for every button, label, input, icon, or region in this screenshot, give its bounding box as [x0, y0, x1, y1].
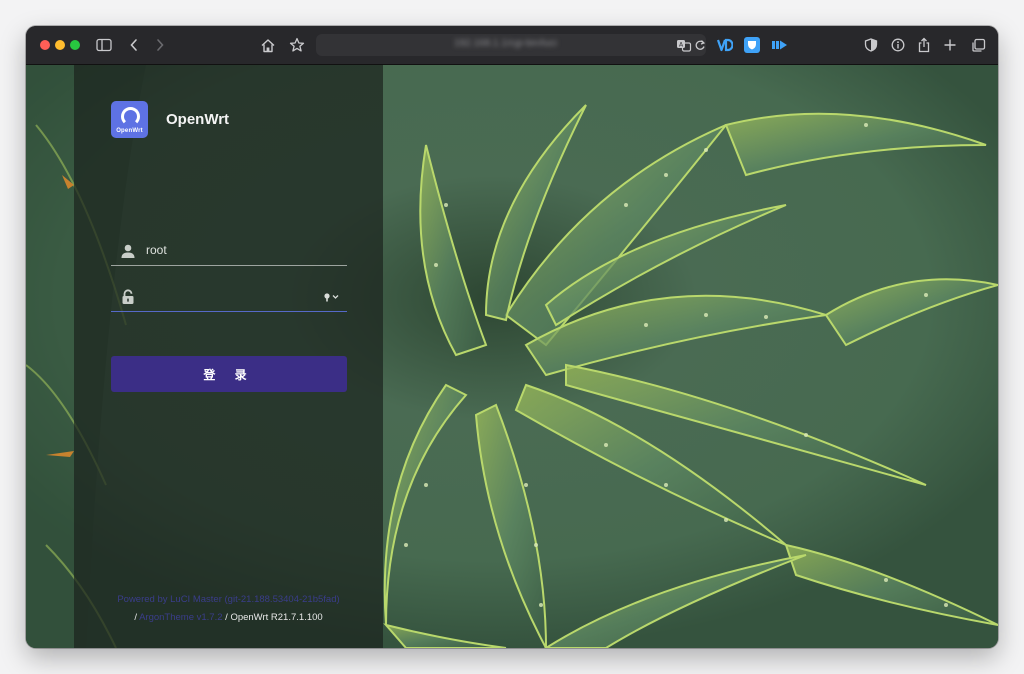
share-icon[interactable]: [914, 35, 934, 55]
home-icon[interactable]: [258, 35, 278, 55]
brand-title: OpenWrt: [166, 111, 230, 128]
key-dropdown-icon[interactable]: [323, 291, 339, 303]
openwrt-logo: OpenWrt: [111, 101, 148, 138]
back-icon[interactable]: [124, 35, 144, 55]
user-icon: [120, 243, 136, 259]
address-bar[interactable]: 192.168.1.1/cgi-bin/luci A: [316, 34, 706, 56]
footer-powered-by[interactable]: Powered by LuCI Master (git-21.188.53404…: [74, 594, 383, 605]
argon-theme-link[interactable]: ArgonTheme v1.7.2: [139, 612, 222, 623]
extension-video-icon[interactable]: [771, 37, 787, 53]
lock-icon: [120, 289, 136, 305]
username-input[interactable]: [146, 239, 316, 261]
browser-toolbar: 192.168.1.1/cgi-bin/luci A: [26, 26, 998, 65]
password-input[interactable]: [146, 285, 316, 307]
shield-icon[interactable]: [861, 35, 881, 55]
forward-icon[interactable]: [150, 35, 170, 55]
tab-overview-icon[interactable]: [968, 35, 988, 55]
login-button[interactable]: 登 录: [111, 356, 347, 392]
reload-icon[interactable]: [690, 35, 710, 55]
footer-version-line: / ArgonTheme v1.7.2 / OpenWrt R21.7.1.10…: [74, 612, 383, 623]
logo-text: OpenWrt: [116, 128, 143, 134]
power-ring-icon: [121, 107, 140, 126]
extension-vd-icon[interactable]: [716, 37, 734, 53]
browser-window: 192.168.1.1/cgi-bin/luci A OpenWrt OpenW…: [26, 26, 998, 648]
sidebar-icon[interactable]: [94, 35, 114, 55]
bookmark-star-icon[interactable]: [287, 35, 307, 55]
close-window-button[interactable]: [40, 40, 50, 50]
info-icon[interactable]: [888, 35, 908, 55]
zoom-window-button[interactable]: [70, 40, 80, 50]
new-tab-icon[interactable]: [940, 35, 960, 55]
address-url: 192.168.1.1/cgi-bin/luci: [454, 39, 557, 49]
extension-shield-icon[interactable]: [744, 37, 760, 53]
login-panel: OpenWrt OpenWrt 登 录 Powered by LuCI Ma: [74, 65, 383, 648]
openwrt-version: OpenWrt R21.7.1.100: [230, 612, 323, 623]
footer-separator: /: [134, 612, 137, 623]
login-page: OpenWrt OpenWrt 登 录 Powered by LuCI Ma: [26, 65, 998, 648]
minimize-window-button[interactable]: [55, 40, 65, 50]
password-field[interactable]: [111, 283, 347, 312]
username-field[interactable]: [111, 237, 347, 266]
footer-separator: /: [225, 612, 228, 623]
